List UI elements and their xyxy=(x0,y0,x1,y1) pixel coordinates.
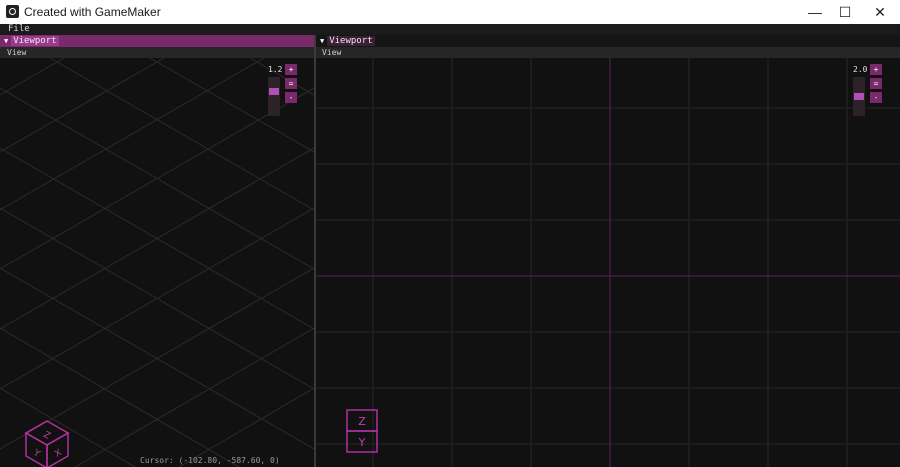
cursor-coordinates: Cursor: (-102.80, -587.60, 0) xyxy=(140,456,280,465)
minimize-button[interactable]: — xyxy=(798,0,832,24)
left-zoom-value: 1.2 xyxy=(268,65,283,74)
left-view-bar: View xyxy=(0,47,314,58)
gizmo-label-y: Y xyxy=(31,448,42,460)
right-zoom-in-button[interactable]: + xyxy=(870,64,882,75)
left-zoom-reset-button[interactable]: = xyxy=(285,78,297,89)
left-viewport-panel: ▼ Viewport View Z Y X 1.2 + = - Cursor: … xyxy=(0,35,314,467)
close-button[interactable]: ✕ xyxy=(863,0,897,24)
origin-axes xyxy=(316,58,900,467)
collapse-arrow-icon[interactable]: ▼ xyxy=(320,36,324,46)
main-menubar: File xyxy=(0,24,900,35)
maximize-button[interactable]: ☐ xyxy=(828,0,862,24)
left-zoom-slider[interactable] xyxy=(268,77,280,116)
right-zoom-reset-button[interactable]: = xyxy=(870,78,882,89)
gizmo-label-z: Z xyxy=(358,415,366,428)
left-zoom-out-button[interactable]: - xyxy=(285,92,297,103)
left-viewport-tabstrip: ▼ Viewport xyxy=(0,35,314,47)
gamemaker-app-icon xyxy=(6,5,19,18)
menu-file[interactable]: File xyxy=(8,24,30,35)
gizmo-label-z: Z xyxy=(41,430,51,442)
right-view-bar: View xyxy=(316,47,900,58)
orthographic-grid xyxy=(316,58,900,467)
right-viewport-panel: ▼ Viewport View Z Y 2.0 + = - xyxy=(316,35,900,467)
gizmo-label-x: X xyxy=(53,448,63,460)
right-zoom-slider[interactable] xyxy=(853,77,865,116)
right-zoom-slider-thumb[interactable] xyxy=(854,93,864,100)
isometric-grid xyxy=(0,58,314,467)
left-zoom-slider-thumb[interactable] xyxy=(269,88,279,95)
left-zoom-in-button[interactable]: + xyxy=(285,64,297,75)
collapse-arrow-icon[interactable]: ▼ xyxy=(4,36,8,46)
left-viewport-canvas[interactable]: Z Y X xyxy=(0,58,314,467)
right-viewport-canvas[interactable]: Z Y xyxy=(316,58,900,467)
right-viewport-tab-label: Viewport xyxy=(327,36,375,46)
window-titlebar: Created with GameMaker — ☐ ✕ xyxy=(0,0,900,24)
right-zoom-out-button[interactable]: - xyxy=(870,92,882,103)
left-viewport-tab[interactable]: ▼ Viewport xyxy=(2,36,61,46)
right-view-menu[interactable]: View xyxy=(322,47,341,58)
left-view-menu[interactable]: View xyxy=(7,47,26,58)
right-zoom-value: 2.0 xyxy=(853,65,868,74)
left-axis-gizmo[interactable]: Z Y X xyxy=(24,420,70,467)
left-viewport-tab-label: Viewport xyxy=(11,36,59,46)
window-title: Created with GameMaker xyxy=(24,5,161,19)
right-viewport-tab[interactable]: ▼ Viewport xyxy=(318,36,377,46)
gizmo-label-y: Y xyxy=(358,436,366,449)
